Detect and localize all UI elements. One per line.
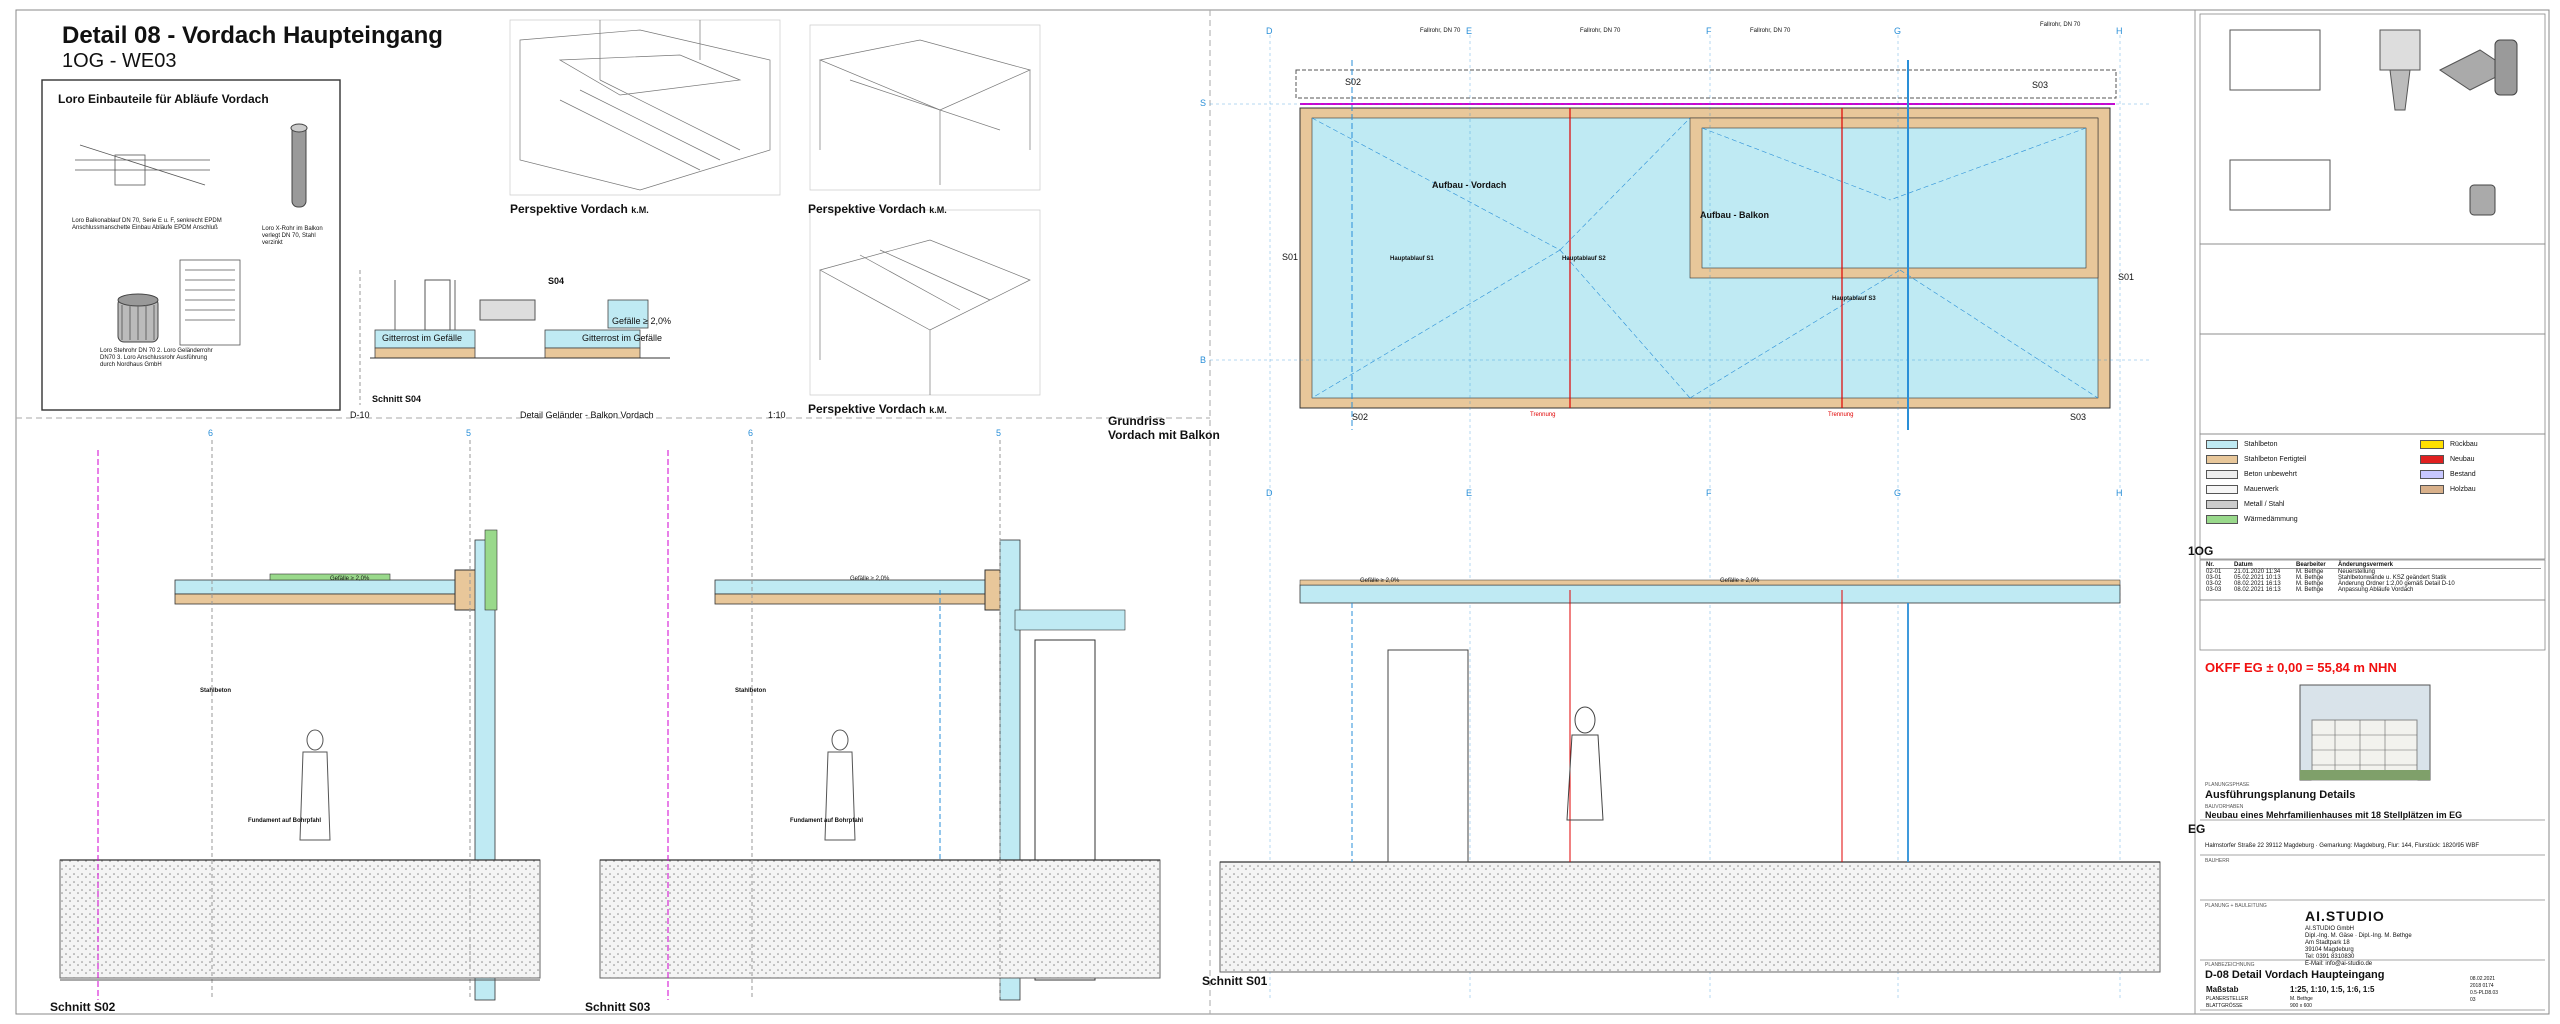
loro-note-2: Loro X-Rohr im Balkon verlegt DN 70, Sta… bbox=[262, 226, 323, 246]
plan-trennung-1: Trennung bbox=[1530, 412, 1556, 418]
plan-label-aufbau-vordach: Aufbau - Vordach bbox=[1432, 180, 1507, 190]
s02-gefaelle: Gefälle ≥ 2,0% bbox=[330, 576, 370, 582]
grid-axis-e-top: E bbox=[1466, 26, 1473, 36]
legend-item-bestand: Bestand bbox=[2420, 470, 2540, 479]
view-title-perspektive-3: Perspektive Vordach k.M. bbox=[808, 402, 947, 416]
grid-axis-s02-6: 6 bbox=[208, 428, 214, 438]
blattgroesse-label: BLATTGRÖSSE bbox=[2206, 1003, 2243, 1009]
scale-label: Maßstab bbox=[2206, 985, 2239, 994]
grid-axis-g-top: G bbox=[1894, 26, 1902, 36]
plan-fallrohr-4: Fallrohr, DN 70 bbox=[2040, 22, 2081, 28]
s01-gefaelle-2: Gefälle ≥ 2,0% bbox=[1720, 578, 1760, 584]
revision-table: Nr. Datum Bearbeiter Änderungsvermerk 02… bbox=[2206, 562, 2541, 593]
grid-axis-d-top: D bbox=[1266, 26, 1273, 36]
grid-axis-side-s: S bbox=[1200, 98, 1207, 108]
revision-row: 03-03 08.02.2021 16:13 M. Bethge Anpassung … bbox=[2206, 587, 2414, 593]
sheet-subtitle: 1OG - WE03 bbox=[62, 50, 177, 72]
plan-hauptablauf-3: Hauptablauf S3 bbox=[1832, 296, 1876, 302]
detail-id-d10: D-10 bbox=[350, 410, 370, 420]
plan-section-s02: S02 bbox=[1352, 412, 1369, 422]
detail-scale: 1:10 bbox=[768, 410, 786, 420]
plan-fallrohr-3: Fallrohr, DN 70 bbox=[1750, 28, 1791, 34]
grid-axis-side-b: B bbox=[1200, 355, 1207, 365]
legend-item-holz: Holzbau bbox=[2420, 485, 2540, 494]
s01-gefaelle-1: Gefälle ≥ 2,0% bbox=[1360, 578, 1400, 584]
grid-axis-g-bottom: G bbox=[1894, 488, 1902, 498]
view-title-schnitt-s02: Schnitt S02 bbox=[50, 1000, 116, 1014]
sheet-title: Detail 08 - Vordach Haupteingang bbox=[62, 22, 443, 49]
grid-axis-h-bottom: H bbox=[2116, 488, 2123, 498]
phase-value: Ausführungsplanung Details bbox=[2205, 789, 2356, 801]
loro-note-3: Loro Stehrohr DN 70 2. Loro Geländerrohr… bbox=[100, 348, 213, 368]
view-title-grundriss-2: Vordach mit Balkon bbox=[1108, 428, 1220, 442]
drawing-label: PLANBEZEICHNUNG bbox=[2205, 962, 2255, 968]
level-eg: EG bbox=[2188, 822, 2206, 836]
studio-logo: AI.STUDIO bbox=[2305, 908, 2385, 924]
client-label: BAUHERR bbox=[2205, 858, 2230, 864]
grid-axis-d-bottom: D bbox=[1266, 488, 1273, 498]
s03-fundament: Fundament auf Bohrpfahl bbox=[790, 818, 863, 824]
grid-axis-s03-5: 5 bbox=[996, 428, 1002, 438]
grid-axis-f-top: F bbox=[1706, 26, 1712, 36]
view-title-perspektive-2: Perspektive Vordach k.M. bbox=[808, 202, 947, 216]
view-title-schnitt-s03: Schnitt S03 bbox=[585, 1000, 651, 1014]
plan-section-s03-bottom: S03 bbox=[2070, 412, 2087, 422]
legend-item-waermedaemmung: Wärmedämmung bbox=[2206, 515, 2541, 524]
grid-axis-h-top: H bbox=[2116, 26, 2123, 36]
plan-meta: 08.02.2021 2018 0174 0.5-PLD8.03 03 bbox=[2470, 976, 2499, 1003]
view-title-perspektive-1: Perspektive Vordach k.M. bbox=[510, 202, 649, 216]
plan-section-s03: S03 bbox=[2032, 80, 2049, 90]
grid-axis-s03-6: 6 bbox=[748, 428, 754, 438]
scale-value: 1:25, 1:10, 1:5, 1:6, 1:5 bbox=[2290, 985, 2375, 994]
blattgroesse-value: 900 x 600 bbox=[2290, 1003, 2312, 1009]
view-title-schnitt-s04: Schnitt S04 bbox=[372, 394, 422, 404]
legend-item-rueckbau: Rückbau bbox=[2420, 440, 2540, 449]
grid-axis-e-bottom: E bbox=[1466, 488, 1473, 498]
legend-item-neubau: Neubau bbox=[2420, 455, 2540, 464]
loro-panel-title: Loro Einbauteile für Abläufe Vordach bbox=[58, 92, 269, 106]
s03-stahlbeton: Stahlbeton bbox=[735, 688, 766, 694]
planverfasser-label: PLANERSTELLER bbox=[2206, 996, 2249, 1002]
plan-section-s01-left: S01 bbox=[1282, 252, 1299, 262]
s03-gefaelle: Gefälle ≥ 2,0% bbox=[850, 576, 890, 582]
plan-hauptablauf-1: Hauptablauf S1 bbox=[1390, 256, 1434, 262]
plan-trennung-2: Trennung bbox=[1828, 412, 1854, 418]
plan-section-s01-right: S01 bbox=[2118, 272, 2135, 282]
s04-label-gitterrost-2: Gitterrost im Gefälle bbox=[582, 333, 663, 343]
detail-gelaender-title: Detail Geländer - Balkon Vordach bbox=[520, 410, 654, 420]
view-title-grundriss-1: Grundriss bbox=[1108, 414, 1166, 428]
s04-label-gefaelle: Gefälle ≥ 2,0% bbox=[612, 316, 671, 326]
plan-section-s02-top: S02 bbox=[1345, 77, 1362, 87]
legend-item-metall: Metall / Stahl bbox=[2206, 500, 2541, 509]
s04-marker: S04 bbox=[548, 276, 565, 286]
material-legend-2: Rückbau Neubau Bestand Holzbau bbox=[2420, 440, 2540, 500]
project-value: Neubau eines Mehrfamilienhauses mit 18 S… bbox=[2205, 810, 2463, 820]
s02-fundament: Fundament auf Bohrpfahl bbox=[248, 818, 321, 824]
s02-stahlbeton: Stahlbeton bbox=[200, 688, 231, 694]
level-1og: 1OG bbox=[2188, 544, 2214, 558]
loro-note-1: Loro Balkonablauf DN 70, Serie E u. F, s… bbox=[72, 218, 222, 231]
grid-axis-f-bottom: F bbox=[1706, 488, 1712, 498]
plan-fallrohr-2: Fallrohr, DN 70 bbox=[1580, 28, 1621, 34]
plan-label-aufbau-balkon: Aufbau - Balkon bbox=[1700, 210, 1769, 220]
project-address: Halmstorfer Straße 22 39112 Magdeburg · … bbox=[2205, 843, 2480, 849]
okff-height: OKFF EG ± 0,00 = 55,84 m NHN bbox=[2205, 660, 2397, 675]
s04-label-gitterrost: Gitterrost im Gefälle bbox=[382, 333, 463, 343]
plan-fallrohr-1: Fallrohr, DN 70 bbox=[1420, 28, 1461, 34]
view-title-schnitt-s01: Schnitt S01 bbox=[1202, 974, 1268, 988]
plan-hauptablauf-2: Hauptablauf S2 bbox=[1562, 256, 1606, 262]
grid-axis-s02-5: 5 bbox=[466, 428, 472, 438]
drawing-linework bbox=[15, 9, 2550, 1015]
revision-header: Nr. Datum Bearbeiter Änderungsvermerk bbox=[2206, 562, 2541, 569]
planverfasser-value: M. Bethge bbox=[2290, 996, 2313, 1002]
phase-label: PLANUNGSPHASE bbox=[2205, 782, 2250, 788]
